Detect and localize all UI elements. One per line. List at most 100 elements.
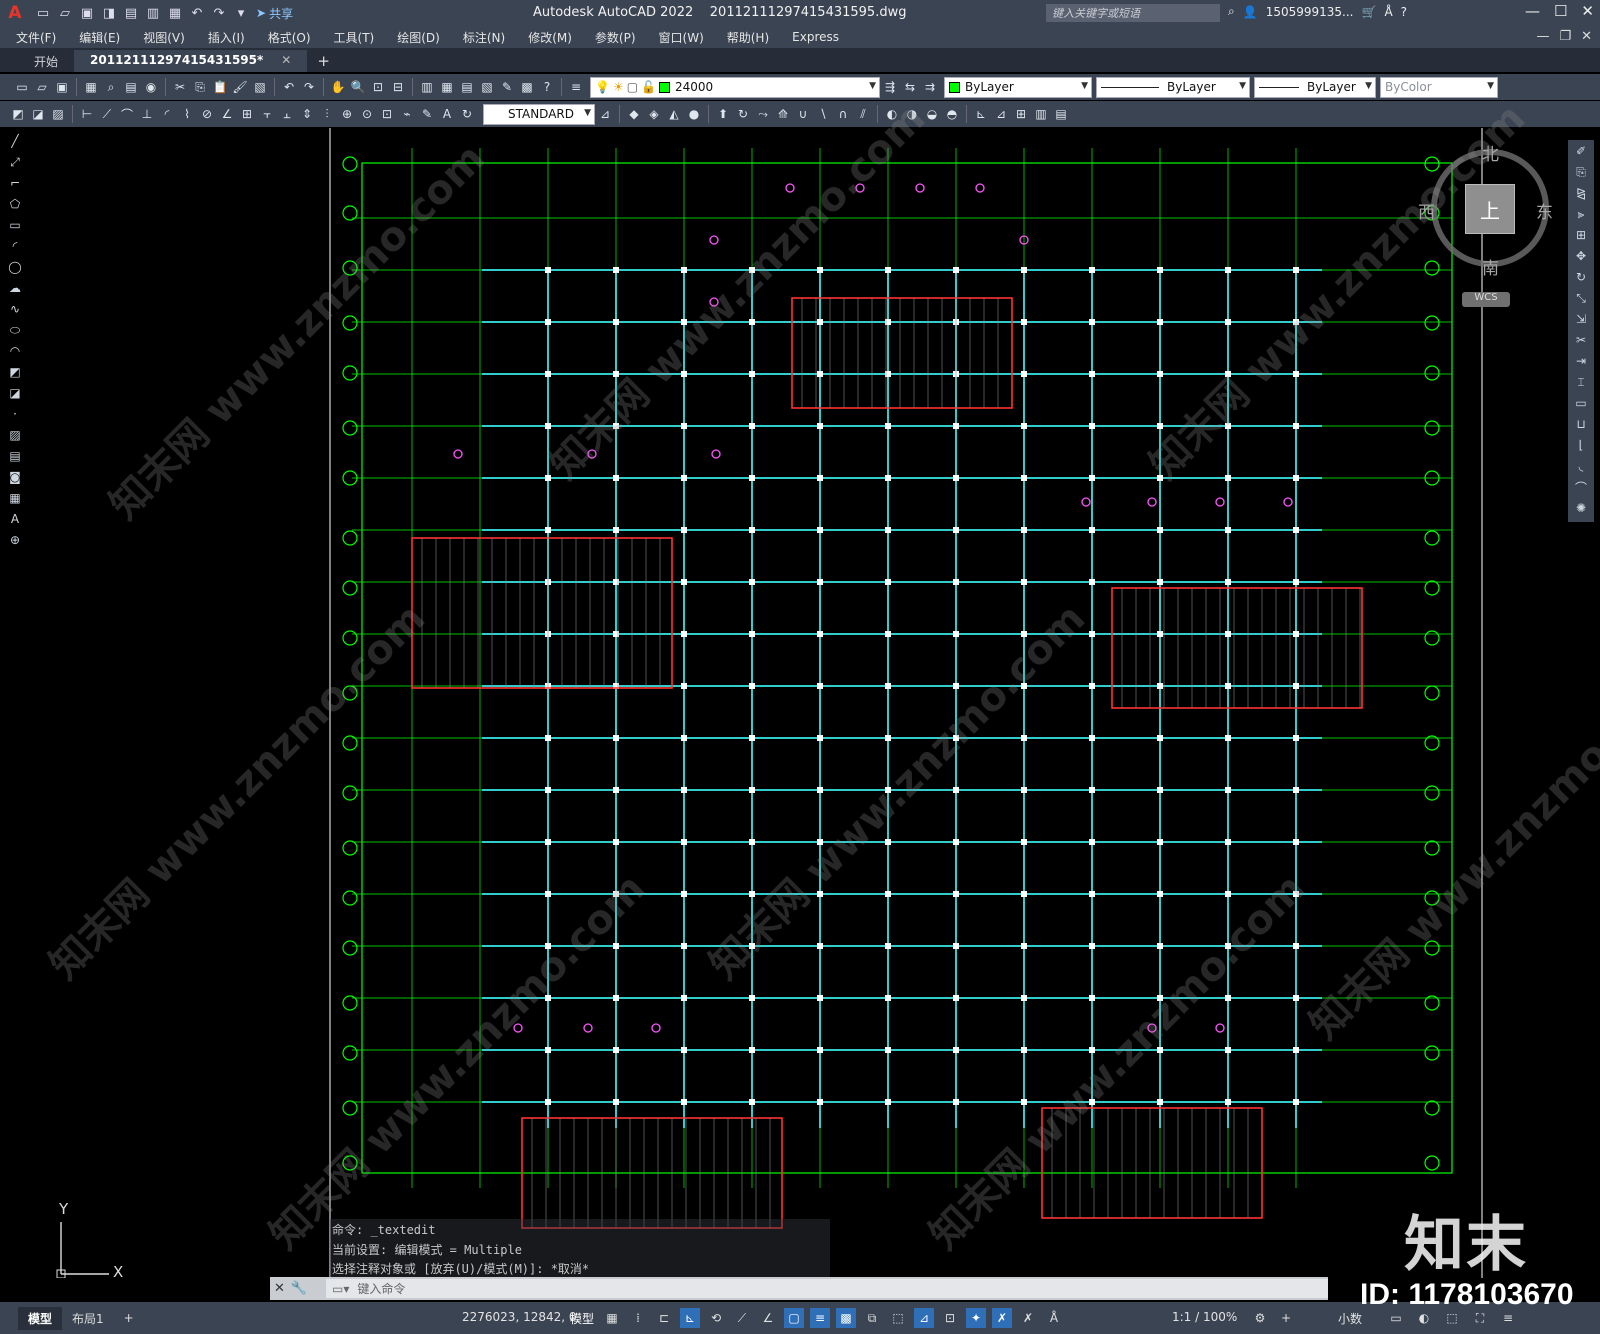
jogged-linear-icon[interactable]: ⌁ [397,105,417,123]
table-icon[interactable]: ▦ [4,489,26,507]
ucs-view-icon[interactable]: ▤ [1051,105,1071,123]
ucs-icon[interactable]: ⊾ [971,105,991,123]
lights-icon[interactable]: ◓ [942,105,962,123]
3dprint-icon[interactable]: ◉ [141,78,161,96]
autocad-logo-icon[interactable]: A [4,3,26,23]
angular-dim-icon[interactable]: ∠ [217,105,237,123]
tab-document[interactable]: 20112111297415431595* ✕ [74,50,308,72]
hatch-icon[interactable]: ▨ [4,426,26,444]
command-input[interactable]: ▭▾ 键入命令 [326,1279,1328,1298]
compass-west[interactable]: 西 [1418,198,1435,223]
plotstyle-combo[interactable]: ByColor ▼ [1380,76,1498,98]
publish-icon[interactable]: ▤ [122,5,140,21]
share-button[interactable]: ➤ 共享 [256,5,293,22]
sweep-icon[interactable]: ⤳ [753,105,773,123]
layer-properties-icon[interactable]: ≡ [566,78,586,96]
ellipse-arc-icon[interactable]: ◠ [4,342,26,360]
customize-dropdown-icon[interactable]: ▾ [232,5,250,21]
chamfer-icon[interactable]: ⌊ [1568,436,1594,454]
linear-dim-icon[interactable]: ⊢ [77,105,97,123]
extrude-icon[interactable]: ⬆ [713,105,733,123]
break-icon[interactable]: ▭ [1568,394,1594,412]
arc-length-icon[interactable]: ⌒ [117,105,137,123]
qnew-icon[interactable]: ▭ [12,78,32,96]
stretch-icon[interactable]: ⇲ [1568,310,1594,328]
mirror-icon[interactable]: ⧎ [1568,184,1594,202]
menu-insert[interactable]: 插入(I) [208,29,245,46]
block-editor-icon[interactable]: ▧ [250,78,270,96]
tolerance-icon[interactable]: ⊕ [337,105,357,123]
publish-icon[interactable]: ▤ [121,78,141,96]
help-icon[interactable]: ? [1401,5,1407,19]
break-at-point-icon[interactable]: ⌶ [1568,373,1594,391]
user-name[interactable]: 1505999135... [1266,5,1354,19]
erase-icon[interactable]: ✐ [1568,142,1594,160]
spline-icon[interactable]: ∿ [4,300,26,318]
tab-layout1[interactable]: 布局1 [62,1307,114,1330]
insert-block-icon[interactable]: ◩ [8,105,28,123]
save-as-icon[interactable]: ◨ [100,5,118,21]
zoom-window-icon[interactable]: ⊡ [368,78,388,96]
dimstyle-combo[interactable]: STANDARD ▼ [483,103,595,125]
dim-text-edit-icon[interactable]: A [437,105,457,123]
selection-cycling-icon[interactable]: ⧉ [862,1308,882,1328]
polyline-icon[interactable]: ⌐ [4,174,26,192]
annotation-scale-icon[interactable]: Å [1044,1308,1064,1328]
compass-east[interactable]: 东 [1536,198,1553,223]
lineweight-icon[interactable]: ≡ [810,1308,830,1328]
copy-icon[interactable]: ⎘ [1568,163,1594,181]
aligned-dim-icon[interactable]: ⟋ [97,105,117,123]
loft-icon[interactable]: ⟰ [773,105,793,123]
design-center-icon[interactable]: ▦ [437,78,457,96]
cylinder-icon[interactable]: ◈ [644,105,664,123]
units-readout[interactable]: 小数 [1338,1310,1362,1327]
doc-minimize-icon[interactable]: — [1536,29,1549,44]
customize-wrench-icon[interactable]: 🔧 [291,1281,307,1296]
new-tab-icon[interactable]: + [307,52,340,72]
menu-tools[interactable]: 工具(T) [334,29,375,46]
multiline-text-icon[interactable]: A [4,510,26,528]
dim-break-icon[interactable]: ⫶ [317,105,337,123]
point-icon[interactable]: · [4,405,26,423]
plot-icon[interactable]: ▦ [166,5,184,21]
cut-icon[interactable]: ✂ [170,78,190,96]
circle-icon[interactable]: ◯ [4,258,26,276]
selection-filter-icon[interactable]: ⊡ [940,1308,960,1328]
gizmo-icon[interactable]: ✦ [966,1308,986,1328]
wcs-menu[interactable]: WCS [1462,292,1510,307]
isodraft-icon[interactable]: ⟋ [732,1308,752,1328]
menu-window[interactable]: 窗口(W) [659,29,704,46]
snap-icon[interactable]: ⁞ [628,1308,648,1328]
paste-icon[interactable]: 📋 [210,78,230,96]
slice-icon[interactable]: ⫽ [853,105,873,123]
menu-parametric[interactable]: 参数(P) [595,29,636,46]
pan-icon[interactable]: ✋ [328,78,348,96]
compass-south[interactable]: 南 [1482,254,1499,279]
polar-icon[interactable]: ⟲ [706,1308,726,1328]
plot-icon[interactable]: ▦ [81,78,101,96]
help-search-input[interactable]: 键入关键字或短语 [1046,4,1220,22]
dim-edit-icon[interactable]: ✎ [417,105,437,123]
scale-icon[interactable]: ⤡ [1568,289,1594,307]
baseline-dim-icon[interactable]: ⫟ [257,105,277,123]
cone-icon[interactable]: ◭ [664,105,684,123]
viewcube-top-face[interactable]: 上 [1465,184,1515,234]
join-icon[interactable]: ⊔ [1568,415,1594,433]
array-icon[interactable]: ⊞ [1568,226,1594,244]
rectangle-icon[interactable]: ▭ [4,216,26,234]
redo-icon[interactable]: ↷ [299,78,319,96]
workspace-gear-icon[interactable]: ⚙ [1250,1308,1270,1328]
tab-model[interactable]: 模型 [18,1306,63,1330]
tool-palettes-icon[interactable]: ▤ [457,78,477,96]
save-icon[interactable]: ▣ [78,5,96,21]
auto-scale-icon[interactable]: ✗ [1018,1308,1038,1328]
extend-icon[interactable]: ⇥ [1568,352,1594,370]
add-selected-icon[interactable]: ⊕ [4,531,26,549]
ortho-icon[interactable]: ⊾ [680,1308,700,1328]
diameter-dim-icon[interactable]: ⊘ [197,105,217,123]
render-icon[interactable]: ◑ [902,105,922,123]
tab-start[interactable]: 开始 [18,50,74,72]
zoom-previous-icon[interactable]: ⊟ [388,78,408,96]
infer-constraints-icon[interactable]: ⊏ [654,1308,674,1328]
trim-icon[interactable]: ✂ [1568,331,1594,349]
